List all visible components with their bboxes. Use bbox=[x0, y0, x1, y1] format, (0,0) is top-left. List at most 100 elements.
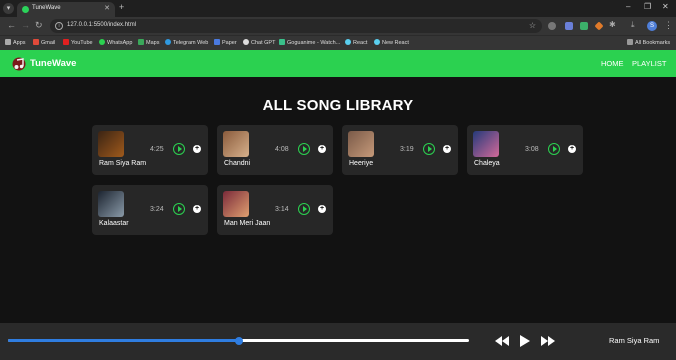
browser-tab-strip: ▾ TuneWave ✕ + – ❐ ✕ bbox=[0, 0, 676, 17]
song-card[interactable]: 3:19 + Heeriye bbox=[342, 125, 458, 175]
back-icon[interactable]: ← bbox=[7, 20, 16, 30]
library-title: ALL SONG LIBRARY bbox=[262, 97, 414, 114]
forward-icon[interactable]: → bbox=[21, 20, 30, 30]
all-bookmarks[interactable]: All Bookmarks bbox=[627, 39, 670, 46]
add-to-playlist-button[interactable]: + bbox=[193, 205, 201, 213]
song-title: Chaleya bbox=[474, 160, 500, 167]
now-playing-title: Ram Siya Ram bbox=[609, 336, 660, 345]
add-to-playlist-button[interactable]: + bbox=[443, 145, 451, 153]
song-title: Ram Siya Ram bbox=[99, 160, 147, 167]
close-tab-icon[interactable]: ✕ bbox=[104, 4, 110, 12]
add-to-playlist-button[interactable]: + bbox=[568, 145, 576, 153]
apps-grid-icon bbox=[5, 39, 11, 45]
tab-title: TuneWave bbox=[32, 5, 61, 11]
bookmark-goguanime[interactable]: Goguanime - Watch... bbox=[279, 39, 340, 46]
reload-icon[interactable]: ↻ bbox=[35, 20, 43, 31]
nav-home-link[interactable]: HOME bbox=[601, 59, 624, 68]
green-extension-icon[interactable] bbox=[580, 22, 588, 30]
play-song-button[interactable] bbox=[298, 143, 310, 155]
add-to-playlist-button[interactable]: + bbox=[193, 145, 201, 153]
browser-menu-icon[interactable]: ⋮ bbox=[664, 20, 673, 31]
bookmark-paper[interactable]: Paper bbox=[214, 39, 237, 46]
song-title: Man Meri Jaan bbox=[224, 220, 271, 227]
download-icon[interactable]: ⤓ bbox=[631, 20, 635, 30]
bookmark-react[interactable]: React bbox=[345, 39, 367, 46]
bookmark-maps[interactable]: Maps bbox=[138, 39, 159, 46]
chatgpt-icon bbox=[243, 39, 249, 45]
restore-icon[interactable]: ❐ bbox=[644, 2, 651, 11]
album-cover bbox=[223, 131, 249, 157]
bookmark-gmail[interactable]: Gmail bbox=[33, 39, 55, 46]
album-cover bbox=[98, 191, 124, 217]
previous-icon[interactable] bbox=[495, 336, 509, 346]
song-duration: 4:25 bbox=[150, 146, 164, 153]
extensions-puzzle-icon[interactable]: ✱ bbox=[609, 20, 616, 29]
album-cover bbox=[98, 131, 124, 157]
site-info-icon[interactable]: i bbox=[55, 22, 63, 30]
window-close-icon[interactable]: ✕ bbox=[662, 2, 669, 11]
new-react-icon bbox=[374, 39, 380, 45]
bookmark-new-react[interactable]: New React bbox=[374, 39, 409, 46]
new-tab-icon[interactable]: + bbox=[119, 2, 124, 12]
song-duration: 3:24 bbox=[150, 206, 164, 213]
brand-name[interactable]: TuneWave bbox=[30, 58, 76, 69]
song-duration: 3:08 bbox=[525, 146, 539, 153]
seek-handle[interactable] bbox=[234, 336, 243, 345]
song-duration: 4:08 bbox=[275, 146, 289, 153]
bookmark-telegram[interactable]: Telegram Web bbox=[165, 39, 208, 46]
goguanime-icon bbox=[279, 39, 285, 45]
app-header: TuneWave HOME PLAYLIST bbox=[0, 50, 676, 77]
maps-icon bbox=[138, 39, 144, 45]
add-to-playlist-button[interactable]: + bbox=[318, 205, 326, 213]
bookmark-chatgpt[interactable]: Chat GPT bbox=[243, 39, 275, 46]
album-cover bbox=[223, 191, 249, 217]
song-title: Heeriye bbox=[349, 160, 374, 167]
orange-extension-icon[interactable] bbox=[594, 21, 604, 31]
tab-favicon-icon bbox=[22, 6, 29, 13]
song-title: Kalaastar bbox=[99, 220, 129, 227]
song-card[interactable]: 4:08 + Chandni bbox=[217, 125, 333, 175]
play-song-button[interactable] bbox=[423, 143, 435, 155]
song-title: Chandni bbox=[224, 160, 251, 167]
album-cover bbox=[473, 131, 499, 157]
song-card[interactable]: 3:08 + Chaleya bbox=[467, 125, 583, 175]
bookmark-apps[interactable]: Apps bbox=[5, 39, 26, 46]
song-card[interactable]: 3:24 + Kalaastar bbox=[92, 185, 208, 235]
player-bar: Ram Siya Ram bbox=[0, 323, 676, 360]
song-duration: 3:14 bbox=[275, 206, 289, 213]
browser-toolbar: ← → ↻ i 127.0.0.1:5500/index.html ☆ ✱ ⤓ … bbox=[0, 17, 676, 35]
bookmark-youtube[interactable]: YouTube bbox=[63, 39, 93, 46]
song-duration: 3:19 bbox=[400, 146, 414, 153]
url-text: 127.0.0.1:5500/index.html bbox=[67, 22, 137, 28]
next-icon[interactable] bbox=[541, 336, 555, 346]
play-song-button[interactable] bbox=[548, 143, 560, 155]
telegram-icon bbox=[165, 39, 171, 45]
minimize-icon[interactable]: – bbox=[626, 2, 630, 11]
extension-icon[interactable] bbox=[548, 22, 556, 30]
bookmark-whatsapp[interactable]: WhatsApp bbox=[99, 39, 132, 46]
play-song-button[interactable] bbox=[173, 143, 185, 155]
youtube-icon bbox=[63, 39, 69, 45]
tab-search-icon[interactable]: ▾ bbox=[3, 3, 14, 14]
song-card[interactable]: 3:14 + Man Meri Jaan bbox=[217, 185, 333, 235]
music-logo-icon[interactable] bbox=[12, 57, 26, 71]
play-icon[interactable] bbox=[520, 335, 530, 347]
add-to-playlist-button[interactable]: + bbox=[318, 145, 326, 153]
bookmarks-bar: Apps Gmail YouTube WhatsApp Maps Telegra… bbox=[0, 35, 676, 50]
play-song-button[interactable] bbox=[173, 203, 185, 215]
nav-playlist-link[interactable]: PLAYLIST bbox=[632, 59, 666, 68]
seek-bar[interactable] bbox=[8, 336, 469, 345]
gmail-icon bbox=[33, 39, 39, 45]
profile-avatar[interactable]: S bbox=[647, 21, 657, 31]
shield-extension-icon[interactable] bbox=[565, 22, 573, 30]
address-bar[interactable]: i 127.0.0.1:5500/index.html ☆ bbox=[50, 19, 542, 33]
album-cover bbox=[348, 131, 374, 157]
whatsapp-icon bbox=[99, 39, 105, 45]
song-card[interactable]: 4:25 + Ram Siya Ram bbox=[92, 125, 208, 175]
browser-tab[interactable]: TuneWave ✕ bbox=[17, 2, 115, 17]
react-icon bbox=[345, 39, 351, 45]
play-song-button[interactable] bbox=[298, 203, 310, 215]
folder-icon bbox=[627, 39, 633, 45]
bookmark-star-icon[interactable]: ☆ bbox=[529, 21, 536, 30]
paper-icon bbox=[214, 39, 220, 45]
